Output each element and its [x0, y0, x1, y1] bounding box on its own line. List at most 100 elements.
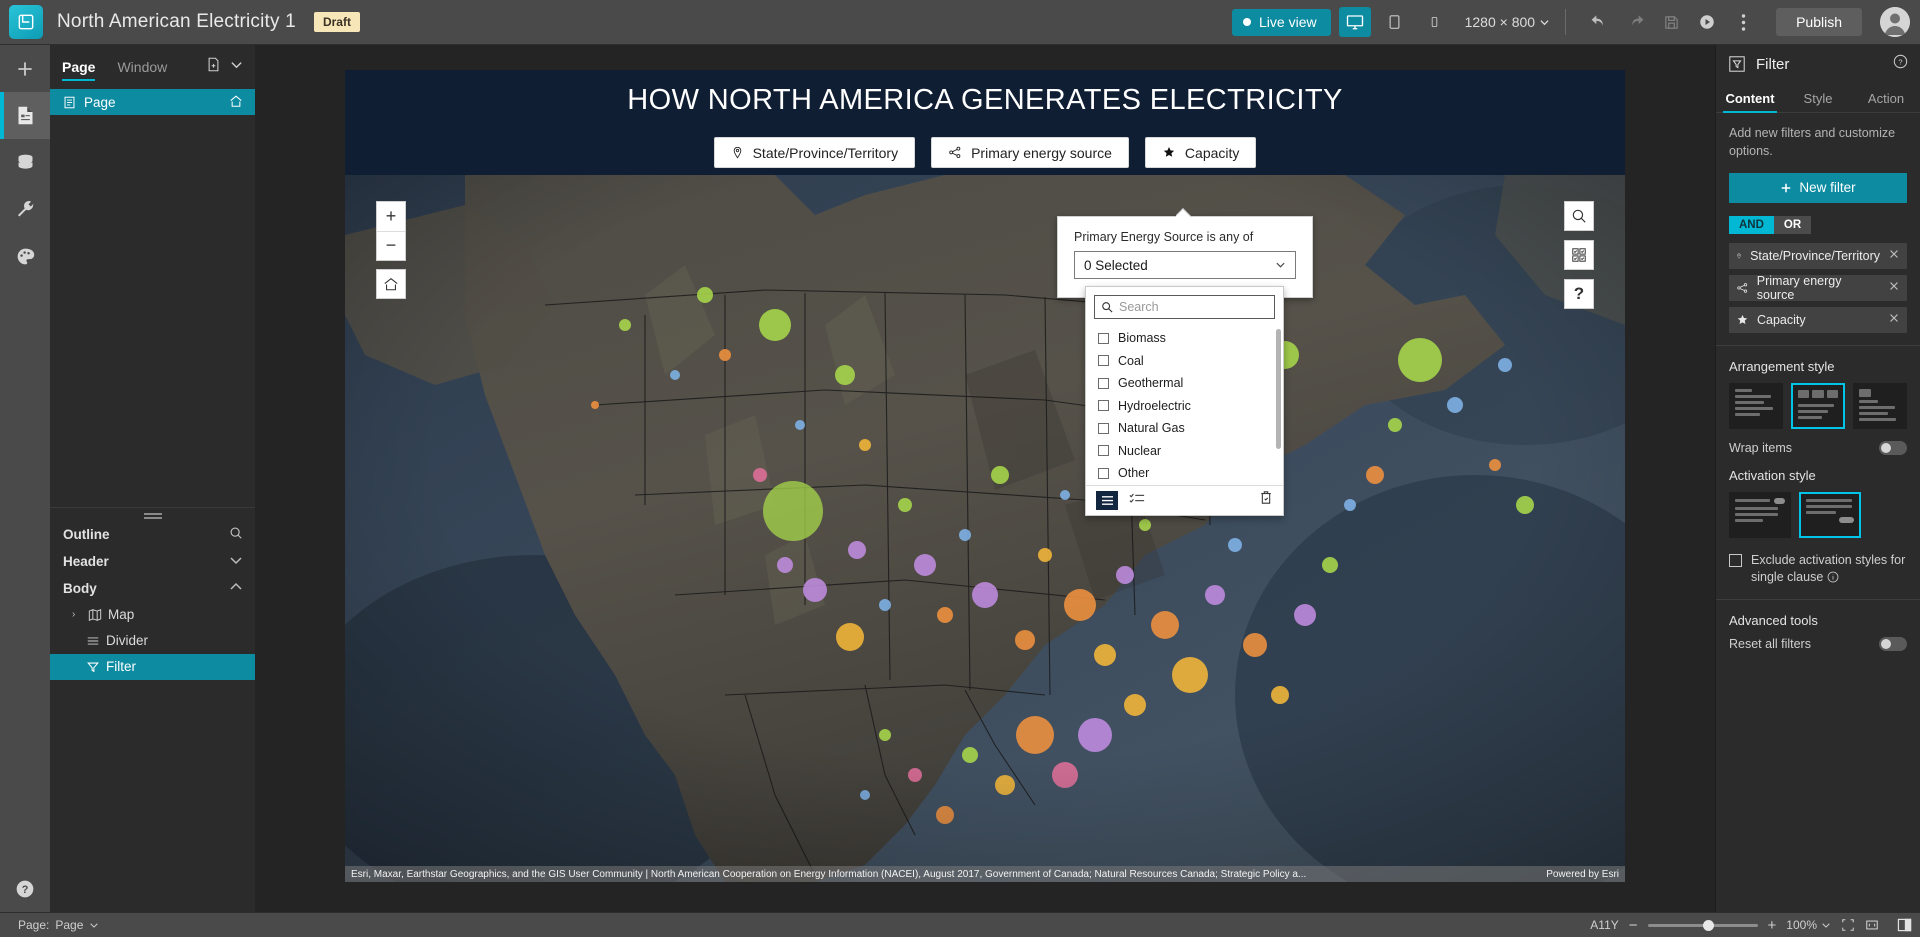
checkbox[interactable] [1098, 422, 1109, 434]
arrangement-option-1[interactable] [1729, 382, 1783, 429]
zoom-controls[interactable]: + − [376, 201, 406, 261]
close-icon[interactable] [1888, 312, 1900, 327]
phone-icon[interactable] [1419, 7, 1451, 37]
search-icon[interactable] [1564, 201, 1594, 231]
a11y-label[interactable]: A11Y [1590, 918, 1618, 932]
checkbox[interactable] [1098, 377, 1109, 389]
tab-action[interactable]: Action [1852, 91, 1920, 112]
undo-icon[interactable] [1582, 7, 1616, 37]
list-item[interactable]: Coal [1086, 350, 1283, 373]
tab-page[interactable]: Page [62, 45, 96, 89]
activation-option-1[interactable] [1729, 491, 1791, 538]
page-list-item[interactable]: Page [50, 89, 255, 115]
list-item[interactable]: Biomass [1086, 327, 1283, 350]
outline-group-header[interactable]: Header [50, 548, 255, 575]
preview-icon[interactable] [1690, 7, 1724, 37]
list-item[interactable]: Natural Gas [1086, 417, 1283, 440]
zoom-plus-button[interactable]: + [1768, 917, 1777, 934]
chevron-up-icon[interactable] [229, 580, 243, 597]
list-item[interactable]: Geothermal [1086, 372, 1283, 395]
save-icon[interactable] [1654, 7, 1688, 37]
list-item[interactable]: Other [1086, 462, 1283, 485]
logic-or-button[interactable]: OR [1773, 215, 1812, 234]
exclude-checkbox[interactable] [1729, 553, 1742, 567]
option-list[interactable]: Biomass Coal Geothermal Hydroelectric Na… [1086, 327, 1283, 485]
device-size-selector[interactable]: 1280 × 800 [1465, 14, 1549, 30]
outline-item-map[interactable]: › Map [50, 602, 255, 628]
zoom-minus-button[interactable]: − [1629, 917, 1638, 934]
search-input[interactable]: Search [1094, 295, 1275, 319]
sidebar-item-data[interactable] [0, 139, 50, 186]
toggle-panel-icon[interactable] [1897, 918, 1912, 932]
zoom-out-button[interactable]: − [377, 232, 405, 261]
option-label: Geothermal [1118, 376, 1184, 391]
checkbox[interactable] [1098, 445, 1109, 457]
search-icon[interactable] [229, 526, 243, 543]
actual-size-icon[interactable] [1865, 918, 1879, 932]
sidebar-item-theme[interactable] [0, 233, 50, 280]
publish-button[interactable]: Publish [1776, 8, 1862, 36]
arrangement-option-3[interactable] [1853, 382, 1907, 429]
close-icon[interactable] [1888, 248, 1900, 263]
help-circle-icon[interactable]: ? [0, 865, 50, 912]
checkbox[interactable] [1098, 400, 1109, 412]
close-icon[interactable] [1888, 280, 1900, 295]
new-filter-button[interactable]: New filter [1729, 172, 1907, 203]
expand-arrow-icon[interactable]: › [72, 609, 82, 620]
list-item[interactable]: Nuclear [1086, 440, 1283, 463]
tab-window[interactable]: Window [117, 45, 167, 89]
logic-and-button[interactable]: AND [1729, 215, 1774, 234]
desktop-icon[interactable] [1338, 7, 1371, 37]
trash-icon[interactable] [1259, 490, 1273, 510]
checklist-icon[interactable] [1129, 491, 1145, 509]
live-view-button[interactable]: Live view [1232, 8, 1331, 36]
wrap-items-toggle[interactable] [1879, 440, 1907, 455]
sidebar-item-tools[interactable] [0, 186, 50, 233]
help-circle-icon[interactable]: ? [1893, 54, 1908, 74]
fit-screen-icon[interactable] [1841, 918, 1855, 932]
filter-clause-energy[interactable]: Primary energy source [1729, 274, 1907, 302]
sidebar-item-page-content[interactable] [0, 92, 50, 139]
activation-option-2[interactable] [1799, 491, 1861, 538]
scrollbar[interactable] [1276, 329, 1281, 449]
legend-grid-icon[interactable] [1564, 240, 1594, 270]
filter-clause-state[interactable]: State/Province/Territory [1729, 242, 1907, 269]
zoom-slider[interactable] [1647, 919, 1758, 931]
checkbox[interactable] [1098, 355, 1109, 367]
chevron-down-icon[interactable] [230, 58, 243, 76]
tab-style[interactable]: Style [1784, 91, 1852, 112]
outline-group-body[interactable]: Body [50, 575, 255, 602]
filter-button-capacity[interactable]: Capacity [1144, 137, 1257, 168]
reset-all-toggle[interactable] [1879, 636, 1907, 651]
status-page-selector[interactable]: Page: Page [18, 918, 99, 932]
home-icon[interactable] [229, 94, 243, 111]
map-help-button[interactable]: ? [1564, 279, 1594, 309]
map-widget[interactable]: + − ? Esri, Maxar, Earthstar Geographics… [345, 175, 1625, 882]
info-icon[interactable] [1827, 570, 1839, 584]
arrangement-style-options [1729, 382, 1907, 429]
more-options-icon[interactable] [1726, 7, 1760, 37]
list-item[interactable]: Hydroelectric [1086, 395, 1283, 418]
tablet-icon[interactable] [1379, 7, 1411, 37]
list-view-icon[interactable] [1096, 490, 1118, 510]
add-page-icon[interactable] [206, 57, 221, 77]
filter-button-energy[interactable]: Primary energy source [931, 137, 1129, 168]
redo-icon[interactable] [1618, 7, 1652, 37]
zoom-value-selector[interactable]: 100% [1786, 918, 1831, 932]
multiselect-field[interactable]: 0 Selected [1074, 251, 1296, 279]
checkbox[interactable] [1098, 332, 1109, 344]
outline-item-filter[interactable]: Filter [50, 653, 255, 680]
checkbox[interactable] [1098, 467, 1109, 479]
arrangement-option-2[interactable] [1790, 382, 1846, 429]
chevron-down-icon[interactable] [229, 553, 243, 570]
avatar[interactable] [1880, 7, 1910, 37]
panel-resize-handle[interactable] [50, 506, 255, 521]
filter-clause-capacity[interactable]: Capacity [1729, 306, 1907, 333]
add-widget-plus-icon[interactable] [0, 45, 50, 92]
home-icon[interactable] [376, 269, 406, 299]
powered-by-esri: Powered by Esri [1546, 868, 1619, 880]
tab-content[interactable]: Content [1716, 91, 1784, 113]
outline-item-divider[interactable]: Divider [50, 628, 255, 654]
zoom-in-button[interactable]: + [377, 202, 405, 231]
filter-button-state[interactable]: State/Province/Territory [713, 137, 916, 168]
